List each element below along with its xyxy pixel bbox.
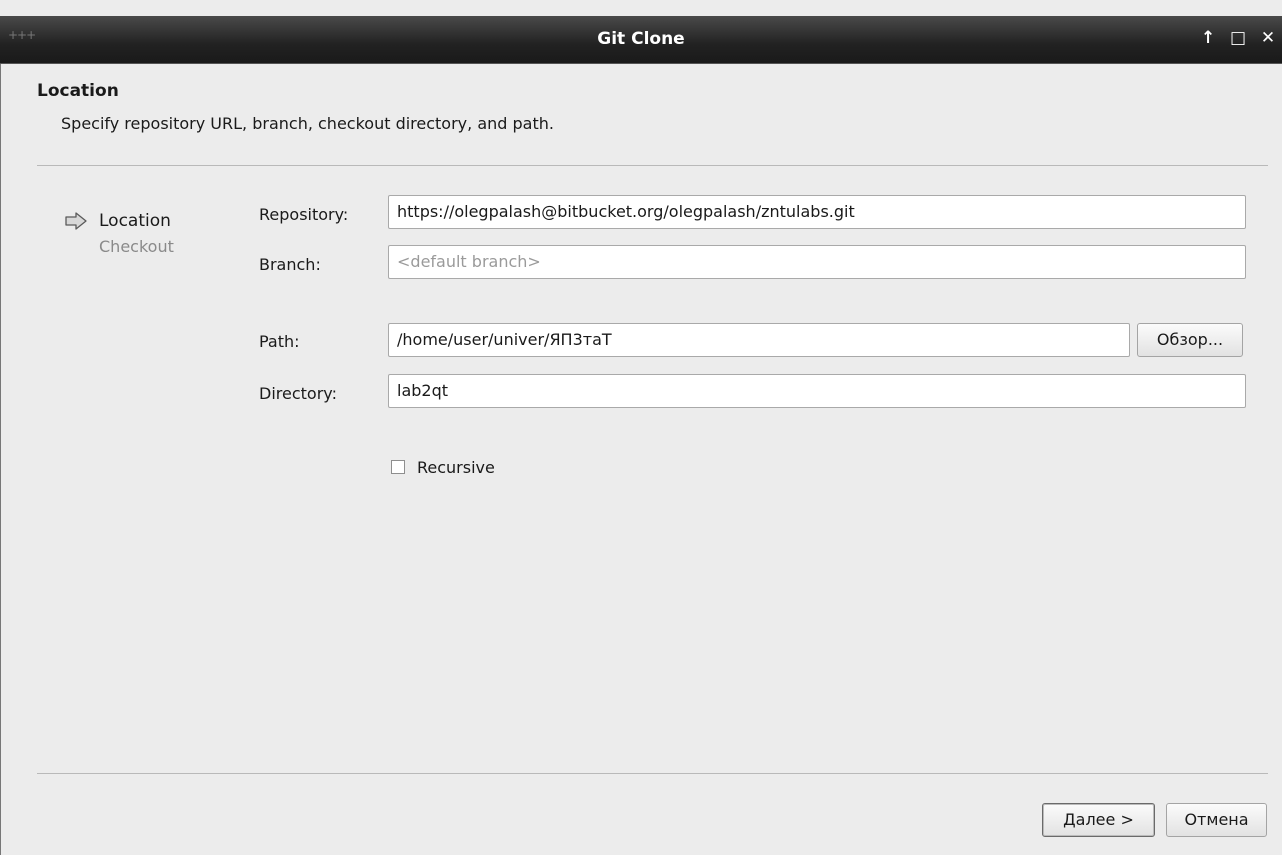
window-controls: ↑ □ ✕: [1196, 28, 1280, 48]
browse-button[interactable]: Обзор...: [1137, 323, 1243, 357]
path-input[interactable]: /home/user/univer/ЯП3таТ: [388, 323, 1130, 357]
recursive-label: Recursive: [417, 458, 495, 477]
arrow-right-icon: [65, 212, 87, 230]
step-checkout: Checkout: [65, 234, 174, 268]
path-label: Path:: [259, 332, 300, 351]
shade-up-icon[interactable]: ↑: [1196, 28, 1220, 48]
next-label: алее >: [1075, 810, 1134, 829]
branch-label: Branch:: [259, 255, 321, 274]
directory-label: Directory:: [259, 384, 337, 403]
recursive-checkbox[interactable]: [391, 460, 405, 474]
close-icon[interactable]: ✕: [1256, 28, 1280, 48]
recursive-option[interactable]: Recursive: [391, 458, 495, 477]
next-mnemonic: Д: [1063, 810, 1076, 829]
window-title: Git Clone: [597, 29, 685, 49]
maximize-icon[interactable]: □: [1226, 28, 1250, 48]
git-clone-dialog: Location Specify repository URL, branch,…: [0, 64, 1282, 855]
header-separator: [37, 165, 1268, 166]
window-titlebar[interactable]: +++ Git Clone ↑ □ ✕: [0, 16, 1282, 64]
step-checkout-label: Checkout: [99, 237, 174, 256]
wizard-steps: Location Checkout: [65, 208, 174, 268]
repository-label: Repository:: [259, 205, 349, 224]
cancel-button[interactable]: Отмена: [1166, 803, 1267, 837]
next-button[interactable]: Далее >: [1042, 803, 1155, 837]
repository-input[interactable]: https://olegpalash@bitbucket.org/olegpal…: [388, 195, 1246, 229]
directory-input[interactable]: lab2qt: [388, 374, 1246, 408]
step-location-label: Location: [99, 211, 171, 231]
page-subtitle: Specify repository URL, branch, checkout…: [61, 114, 554, 133]
page-title: Location: [37, 81, 119, 101]
branch-input[interactable]: <default branch>: [388, 245, 1246, 279]
footer-separator: [37, 773, 1268, 774]
